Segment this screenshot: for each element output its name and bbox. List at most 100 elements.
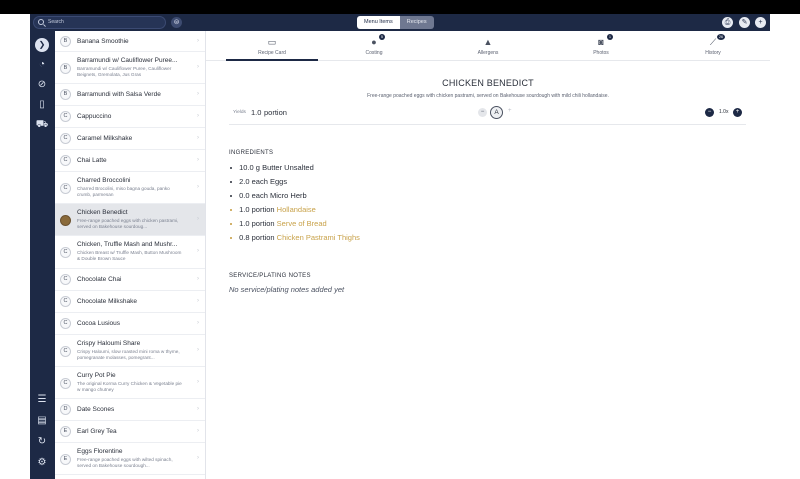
text-size-button[interactable]: A bbox=[490, 106, 503, 119]
truck-icon[interactable]: ⛟ bbox=[35, 118, 49, 132]
recipe-subtitle: Free-range poached eggs with chicken pas… bbox=[367, 93, 609, 99]
yield-value[interactable]: 1.0 bbox=[251, 108, 261, 117]
list-item[interactable]: C Chicken, Truffle Mash and Mushr... Chi… bbox=[55, 236, 205, 269]
chevron-right-icon: › bbox=[197, 38, 199, 44]
chevron-right-icon: › bbox=[197, 157, 199, 163]
top-header: Search ⊜ Menu Items Recipes ⎙ ✎ + bbox=[30, 14, 770, 31]
list-item[interactable]: C Caramel Milkshake › bbox=[55, 128, 205, 150]
chevron-right-icon: › bbox=[197, 428, 199, 434]
list-item-title: Chicken Benedict bbox=[77, 209, 128, 216]
list-item-title: Chocolate Chai bbox=[77, 276, 122, 283]
bullet bbox=[230, 237, 232, 240]
chevron-right-icon: › bbox=[197, 406, 199, 412]
top-strip bbox=[0, 0, 800, 14]
chevron-right-icon[interactable]: ❯ bbox=[35, 38, 49, 52]
list-item-selected[interactable]: Chicken Benedict Free-range poached eggs… bbox=[55, 204, 205, 236]
minus-icon[interactable]: − bbox=[478, 108, 487, 117]
scale-increase-button[interactable]: + bbox=[733, 108, 742, 117]
sub-recipe-link[interactable]: Chicken Pastrami Thighs bbox=[277, 233, 360, 242]
tab-label: Photos bbox=[593, 50, 609, 56]
list-item[interactable]: B Banana Smoothie › bbox=[55, 31, 205, 52]
tab-recipes[interactable]: Recipes bbox=[399, 16, 434, 29]
letter-badge: C bbox=[60, 183, 71, 194]
ingredient-qty: 10.0 bbox=[239, 163, 254, 172]
filter-icon[interactable]: ⊜ bbox=[171, 17, 182, 28]
sync-icon[interactable]: ↻ bbox=[35, 435, 49, 449]
edit-icon[interactable]: ✎ bbox=[739, 17, 750, 28]
list-item-title: Charred Broccolini bbox=[77, 177, 131, 184]
chevron-right-icon: › bbox=[197, 216, 199, 222]
list-item[interactable]: B Barramundi with Salsa Verde › bbox=[55, 84, 205, 106]
list-item[interactable]: C Cocoa Lusious › bbox=[55, 313, 205, 335]
tab-history[interactable]: ⟋ 26 History bbox=[667, 31, 759, 61]
list-item-description: Free-range poached eggs with wilted spin… bbox=[77, 457, 173, 468]
list-item-description: Free-range poached eggs with chicken pas… bbox=[77, 218, 179, 229]
list-item-description: Crispy Haloumi, slow roasted mini roma w… bbox=[77, 349, 180, 360]
ingredient-qty: 0.0 bbox=[239, 191, 250, 200]
print-icon[interactable]: ⎙ bbox=[722, 17, 733, 28]
ingredient-qty: 1.0 bbox=[239, 219, 250, 228]
tab-costing[interactable]: ● 5 Costing bbox=[328, 31, 420, 61]
yield-row: Yields 1.0 portion − A + − 1.0x + bbox=[229, 106, 746, 125]
warning-icon: ▲ bbox=[483, 37, 493, 47]
scale-decrease-button[interactable]: − bbox=[705, 108, 714, 117]
ingredient-row: 0.0 each Micro Herb bbox=[230, 191, 307, 200]
ingredient-row: 2.0 each Eggs bbox=[230, 177, 287, 186]
letter-badge: B bbox=[60, 89, 71, 100]
letter-badge: C bbox=[60, 318, 71, 329]
chevron-right-icon: › bbox=[197, 248, 199, 254]
ingredient-unit: portion bbox=[251, 219, 275, 228]
list-item[interactable]: E Eggs Florentine Free-range poached egg… bbox=[55, 443, 205, 475]
list-item[interactable]: C Charred Broccolini Charred Brocolini, … bbox=[55, 172, 205, 204]
ingredient-name: Micro Herb bbox=[269, 191, 307, 200]
yield-unit[interactable]: portion bbox=[264, 108, 287, 117]
list-item[interactable]: E Earl Grey Tea › bbox=[55, 421, 205, 443]
list-item-description: Charred Brocolini, miso bagna gouda, pan… bbox=[77, 186, 170, 197]
ingredient-row: 0.8 portion Chicken Pastrami Thighs bbox=[230, 233, 360, 242]
ingredient-unit: g bbox=[255, 163, 260, 172]
letter-badge: D bbox=[60, 404, 71, 415]
chevron-right-icon: › bbox=[197, 135, 199, 141]
list-item[interactable]: C Chocolate Milkshake › bbox=[55, 291, 205, 313]
checklist-icon[interactable]: ☰ bbox=[35, 393, 49, 407]
ingredient-qty: 0.8 bbox=[239, 233, 250, 242]
sub-recipe-link[interactable]: Serve of Bread bbox=[277, 219, 327, 228]
ingredient-row: 1.0 portion Serve of Bread bbox=[230, 219, 327, 228]
document-icon[interactable]: ▤ bbox=[35, 414, 49, 428]
list-item-title: Earl Grey Tea bbox=[77, 428, 117, 435]
bullet bbox=[230, 223, 232, 226]
right-margin bbox=[770, 14, 800, 479]
letter-badge: C bbox=[60, 378, 71, 389]
sub-recipe-link[interactable]: Hollandaise bbox=[277, 205, 316, 214]
list-item-description: Chicken Breast w/ Truffle Mash, Button M… bbox=[77, 250, 182, 261]
tab-label: Allergens bbox=[477, 50, 499, 56]
list-item[interactable]: C Chocolate Chai › bbox=[55, 269, 205, 291]
settings-icon[interactable]: ⚙ bbox=[35, 456, 49, 470]
list-item-title: Eggs Florentine bbox=[77, 448, 123, 455]
chevron-right-icon: › bbox=[197, 276, 199, 282]
recipe-thumbnail bbox=[60, 215, 71, 226]
recipe-list: B Banana Smoothie › B Barramundi w/ Caul… bbox=[55, 31, 206, 479]
list-item[interactable]: B Barramundi w/ Cauliflower Puree... Bar… bbox=[55, 52, 205, 84]
search-input[interactable]: Search bbox=[33, 16, 166, 29]
list-item[interactable]: D Date Scones › bbox=[55, 399, 205, 421]
add-icon[interactable]: + bbox=[755, 17, 766, 28]
list-item[interactable]: C Curry Pot Pie The original Korma Curry… bbox=[55, 367, 205, 399]
costing-off-icon[interactable]: ⊘ bbox=[35, 78, 49, 92]
plus-icon[interactable]: + bbox=[508, 108, 512, 114]
tab-recipe-card[interactable]: ▭ Recipe Card bbox=[226, 31, 318, 61]
bullet bbox=[230, 195, 232, 198]
list-item[interactable]: C Chai Latte › bbox=[55, 150, 205, 172]
dashboard-icon[interactable]: ◔ bbox=[35, 58, 49, 72]
chevron-right-icon: › bbox=[197, 298, 199, 304]
list-item-description: The original Korma Curry Chicken & Veget… bbox=[77, 381, 182, 392]
list-item[interactable]: C Cappuccino › bbox=[55, 106, 205, 128]
tab-menu-items[interactable]: Menu Items bbox=[357, 16, 400, 29]
tab-allergens[interactable]: ▲ Allergens bbox=[442, 31, 534, 61]
list-item[interactable]: C Crispy Haloumi Share Crispy Haloumi, s… bbox=[55, 335, 205, 367]
chevron-right-icon: › bbox=[197, 320, 199, 326]
yield-label: Yields bbox=[233, 110, 246, 115]
book-icon[interactable]: ▯ bbox=[35, 98, 49, 112]
list-item-title: Crispy Haloumi Share bbox=[77, 340, 141, 347]
tab-photos[interactable]: ◙ 1 Photos bbox=[555, 31, 647, 61]
